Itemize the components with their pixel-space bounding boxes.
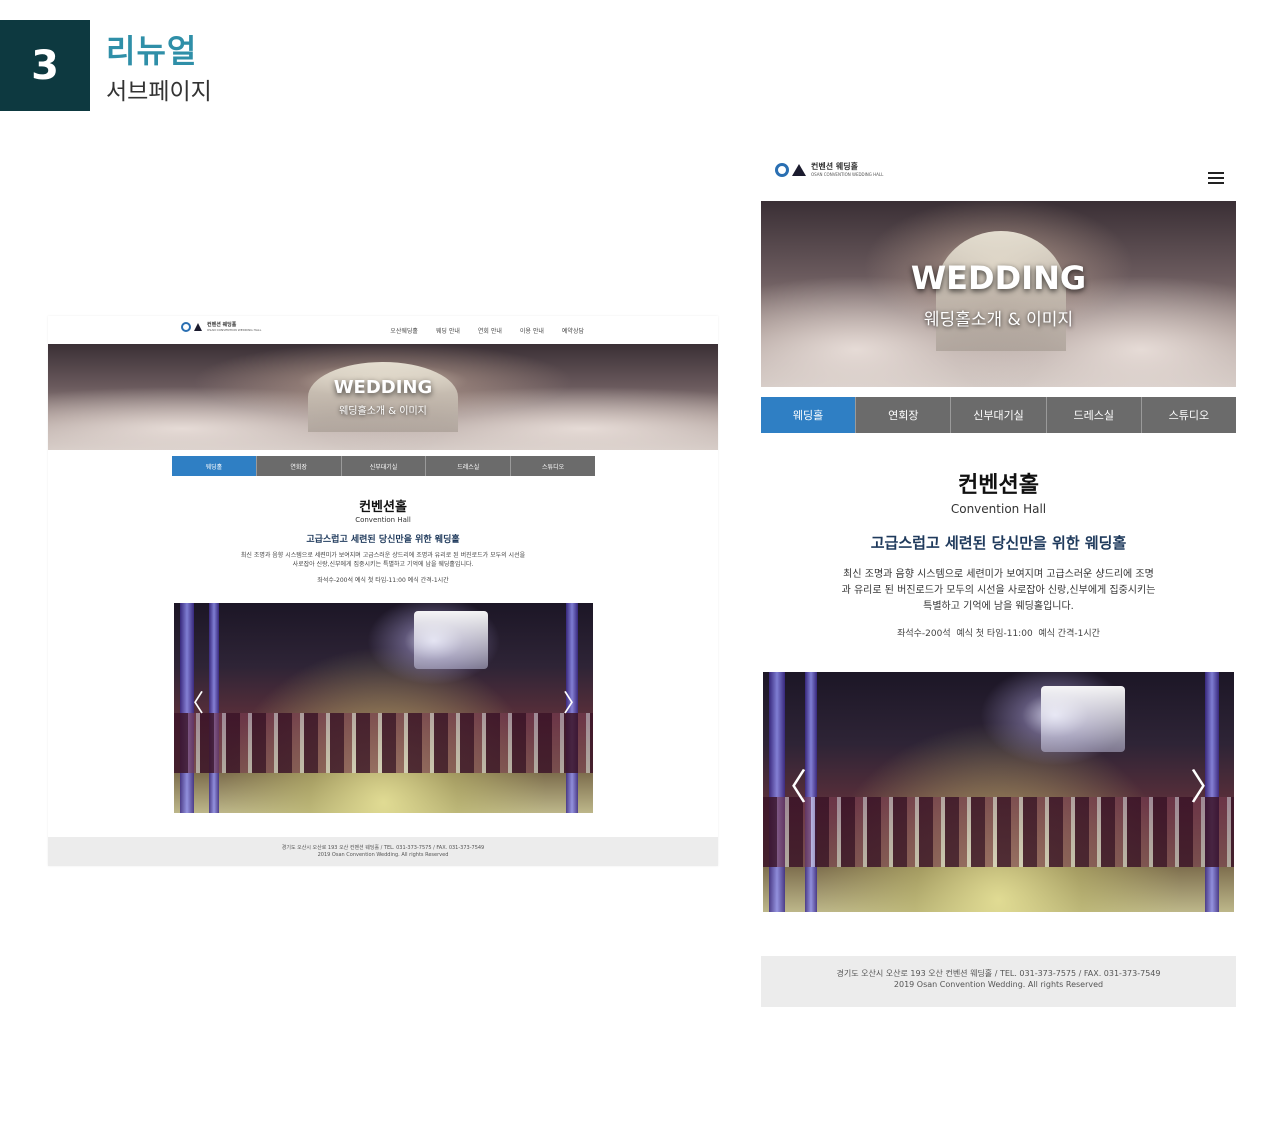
tab-bride-room[interactable]: 신부대기실: [341, 456, 427, 476]
logo-a-icon: [792, 164, 806, 176]
content-info: 좌석수-200석 예식 첫 타임-11:00 예식 간격-1시간: [897, 629, 1100, 639]
nav-item[interactable]: 오산웨딩홀: [390, 326, 418, 335]
photo-tables: [174, 713, 593, 773]
content-heading: 컨벤션홀: [958, 473, 1039, 498]
desktop-logo[interactable]: 컨벤션 웨딩홀 OSAN CONVENTION WEDDING HALL: [181, 322, 261, 332]
desktop-hall-photo-slider: 〈 〉: [174, 603, 593, 813]
tab-wedding-hall[interactable]: 웨딩홀: [172, 456, 257, 476]
tab-banquet-hall[interactable]: 연회장: [256, 456, 342, 476]
nav-item[interactable]: 웨딩 안내: [436, 326, 460, 335]
content-tagline: 고급스럽고 세련된 당신만을 위한 웨딩홀: [306, 535, 460, 545]
content-tagline: 고급스럽고 세련된 당신만을 위한 웨딩홀: [870, 534, 1127, 552]
chevron-left-icon[interactable]: 〈: [180, 683, 204, 718]
tab-dress-room[interactable]: 드레스실: [1046, 397, 1142, 433]
logo-a-icon: [194, 323, 202, 331]
logo-o-icon: [181, 322, 191, 332]
tab-studio[interactable]: 스튜디오: [1141, 397, 1237, 433]
photo-curtain: [209, 603, 219, 813]
section-title: 리뉴얼: [106, 32, 198, 70]
nav-item[interactable]: 이용 안내: [520, 326, 544, 335]
logo-english: OSAN CONVENTION WEDDING HALL: [811, 172, 884, 177]
footer-address: 경기도 오산시 오산로 193 오산 컨벤션 웨딩홀 / TEL. 031-37…: [836, 969, 1161, 978]
mobile-hero-banner: WEDDING 웨딩홀소개 & 이미지: [761, 201, 1236, 387]
section-subtitle: 서브페이지: [106, 79, 212, 105]
mobile-logo[interactable]: 컨벤션 웨딩홀 OSAN CONVENTION WEDDING HALL: [775, 163, 883, 177]
content-heading-en: Convention Hall: [355, 516, 411, 524]
tab-studio[interactable]: 스튜디오: [511, 456, 595, 476]
content-description-line: 최신 조명과 음향 시스템으로 세련미가 보여지며 고급스러운 샹드리에 조명과…: [240, 552, 526, 559]
tab-banquet-hall[interactable]: 연회장: [856, 397, 952, 433]
hamburger-menu-icon[interactable]: [1208, 169, 1224, 187]
content-heading: 컨벤션홀: [359, 500, 407, 515]
content-description-line: 특별하고 기억에 남을 웨딩홀입니다.: [923, 601, 1074, 612]
hero-title: WEDDING: [333, 377, 433, 398]
chevron-right-icon[interactable]: 〉: [1190, 758, 1226, 810]
mobile-hall-photo-slider: 〈 〉: [763, 672, 1234, 912]
section-number: 3: [0, 20, 90, 111]
chevron-left-icon[interactable]: 〈: [771, 758, 807, 810]
logo-english: OSAN CONVENTION WEDDING HALL: [207, 327, 262, 332]
footer-copyright: 2019 Osan Convention Wedding. All rights…: [893, 980, 1104, 990]
tab-bride-room[interactable]: 신부대기실: [951, 397, 1047, 433]
nav-item[interactable]: 연회 안내: [478, 326, 502, 335]
tab-dress-room[interactable]: 드레스실: [426, 456, 512, 476]
content-description-line: 사로잡아 신랑,신부에게 집중시키는 특별하고 기억에 남을 웨딩홀입니다.: [292, 561, 474, 568]
logo-korean: 컨벤션 웨딩홀: [207, 321, 237, 328]
content-description-line: 최신 조명과 음향 시스템으로 세련미가 보여지며 고급스러운 샹드리에 조명: [843, 569, 1154, 580]
hero-subtitle: 웨딩홀소개 & 이미지: [923, 310, 1074, 330]
tab-wedding-hall[interactable]: 웨딩홀: [761, 397, 857, 433]
chevron-right-icon[interactable]: 〉: [563, 683, 587, 718]
desktop-nav: 오산웨딩홀 웨딩 안내 연회 안내 이용 안내 예약상담: [390, 326, 584, 335]
nav-item[interactable]: 예약상담: [562, 326, 584, 335]
mobile-tabs: 웨딩홀 연회장 신부대기실 드레스실 스튜디오: [761, 397, 1237, 433]
photo-tables: [763, 797, 1234, 867]
logo-korean: 컨벤션 웨딩홀: [811, 162, 858, 171]
photo-chandelier: [1041, 686, 1125, 752]
desktop-footer: 경기도 오산시 오산로 193 오산 컨벤션 웨딩홀 / TEL. 031-37…: [48, 837, 718, 866]
content-info: 좌석수-200석 예식 첫 타임-11:00 예식 간격-1시간: [317, 577, 449, 584]
photo-chandelier: [414, 611, 488, 669]
hero-subtitle: 웨딩홀소개 & 이미지: [339, 406, 427, 417]
content-description-line: 과 유리로 된 버진로드가 모두의 시선을 사로잡아 신랑,신부에게 집중시키는: [841, 585, 1156, 596]
mobile-mockup: 컨벤션 웨딩홀 OSAN CONVENTION WEDDING HALL WED…: [761, 155, 1237, 1007]
content-heading-en: Convention Hall: [950, 502, 1047, 516]
hero-title: WEDDING: [910, 259, 1087, 297]
desktop-mockup: 컨벤션 웨딩홀 OSAN CONVENTION WEDDING HALL 오산웨…: [48, 316, 718, 866]
footer-copyright: 2019 Osan Convention Wedding. All rights…: [317, 851, 449, 858]
desktop-hero-banner: WEDDING 웨딩홀소개 & 이미지: [48, 344, 718, 450]
desktop-tabs: 웨딩홀 연회장 신부대기실 드레스실 스튜디오: [172, 456, 595, 476]
logo-o-icon: [775, 163, 789, 177]
mobile-footer: 경기도 오산시 오산로 193 오산 컨벤션 웨딩홀 / TEL. 031-37…: [761, 956, 1236, 1007]
